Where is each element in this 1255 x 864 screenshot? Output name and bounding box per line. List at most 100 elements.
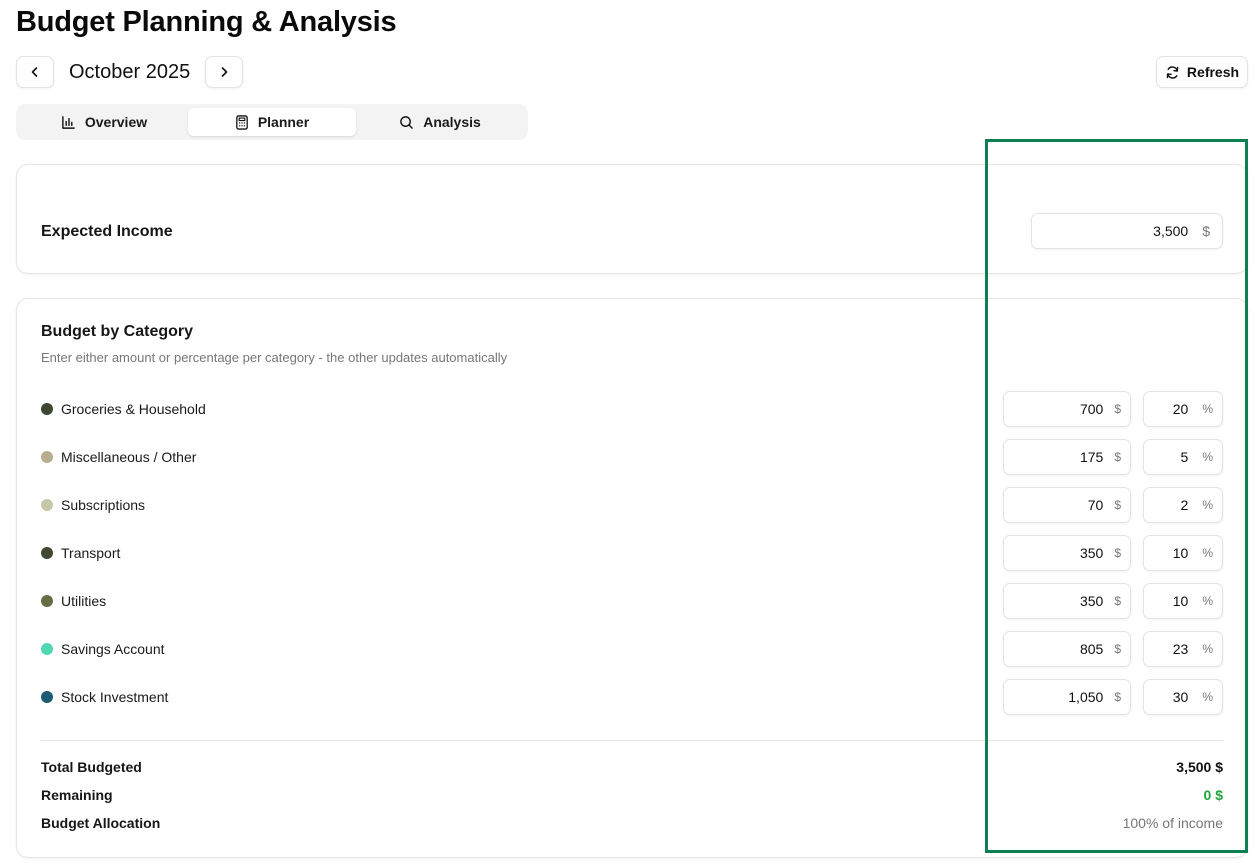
category-amount-value: 350 (1079, 545, 1104, 561)
income-card: Expected Income 3,500 $ (16, 164, 1248, 274)
amount-unit: $ (1114, 450, 1121, 464)
category-amount-value: 175 (1079, 449, 1104, 465)
category-percent-input[interactable]: 10 % (1143, 535, 1223, 571)
expected-income-input[interactable]: 3,500 $ (1031, 213, 1223, 249)
category-amount-value: 70 (1087, 497, 1104, 513)
category-color-dot (41, 499, 53, 511)
category-percent-input[interactable]: 23 % (1143, 631, 1223, 667)
category-row: Miscellaneous / Other 175 $ 5 % (17, 439, 1247, 475)
expected-income-value: 3,500 (1153, 223, 1189, 239)
amount-unit: $ (1114, 642, 1121, 656)
percent-unit: % (1202, 498, 1213, 512)
category-percent-input[interactable]: 30 % (1143, 679, 1223, 715)
category-percent-value: 10 (1172, 593, 1189, 609)
refresh-button[interactable]: Refresh (1156, 56, 1248, 88)
category-amount-value: 805 (1079, 641, 1104, 657)
category-amount-value: 700 (1079, 401, 1104, 417)
amount-unit: $ (1114, 594, 1121, 608)
chevron-left-icon (31, 67, 38, 77)
category-color-dot (41, 595, 53, 607)
category-percent-value: 2 (1180, 497, 1189, 513)
search-icon (400, 115, 414, 129)
category-row: Transport 350 $ 10 % (17, 535, 1247, 571)
percent-unit: % (1202, 594, 1213, 608)
category-row: Groceries & Household 700 $ 20 % (17, 391, 1247, 427)
category-label: Stock Investment (61, 689, 169, 705)
category-label: Utilities (61, 593, 107, 609)
category-color-dot (41, 403, 53, 415)
category-percent-value: 20 (1172, 401, 1189, 417)
category-color-dot (41, 547, 53, 559)
budget-by-category-card: Budget by Category Enter either amount o… (16, 298, 1248, 858)
expected-income-label: Expected Income (41, 223, 173, 240)
category-percent-value: 30 (1172, 689, 1189, 705)
category-percent-input[interactable]: 2 % (1143, 487, 1223, 523)
category-amount-input[interactable]: 175 $ (1003, 439, 1131, 475)
category-label: Savings Account (61, 641, 165, 657)
category-percent-input[interactable]: 5 % (1143, 439, 1223, 475)
currency-unit: $ (1202, 223, 1210, 239)
total-budgeted-value: 3,500 $ (1176, 759, 1223, 775)
refresh-label: Refresh (1186, 64, 1240, 80)
category-percent-value: 23 (1172, 641, 1189, 657)
percent-unit: % (1202, 450, 1213, 464)
previous-month-button[interactable] (16, 56, 54, 88)
category-percent-input[interactable]: 20 % (1143, 391, 1223, 427)
tab-analysis[interactable]: Analysis (356, 108, 524, 136)
category-amount-input[interactable]: 350 $ (1003, 535, 1131, 571)
view-tabs: Overview Planner Analysis (16, 104, 528, 140)
budget-subtitle: Enter either amount or percentage per ca… (41, 350, 508, 365)
category-row: Stock Investment 1,050 $ 30 % (17, 679, 1247, 715)
percent-unit: % (1202, 546, 1213, 560)
percent-unit: % (1202, 690, 1213, 704)
calculator-icon (236, 114, 248, 130)
category-color-dot (41, 691, 53, 703)
percent-unit: % (1202, 642, 1213, 656)
tab-planner[interactable]: Planner (188, 108, 356, 136)
category-label: Miscellaneous / Other (61, 449, 197, 465)
tab-planner-label: Planner (257, 114, 310, 130)
category-label: Transport (61, 545, 121, 561)
percent-unit: % (1202, 402, 1213, 416)
next-month-button[interactable] (205, 56, 244, 88)
category-amount-input[interactable]: 70 $ (1003, 487, 1131, 523)
category-row: Subscriptions 70 $ 2 % (17, 487, 1247, 523)
category-amount-input[interactable]: 700 $ (1003, 391, 1131, 427)
budget-allocation-value: 100% of income (1122, 815, 1223, 831)
category-percent-value: 5 (1180, 449, 1189, 465)
tab-overview[interactable]: Overview (20, 108, 188, 136)
chevron-right-icon (221, 67, 228, 77)
amount-unit: $ (1114, 690, 1121, 704)
current-month-label: October 2025 (69, 60, 191, 83)
total-budgeted-label: Total Budgeted (41, 759, 142, 775)
category-row: Savings Account 805 $ 23 % (17, 631, 1247, 667)
category-amount-input[interactable]: 350 $ (1003, 583, 1131, 619)
category-percent-input[interactable]: 10 % (1143, 583, 1223, 619)
category-amount-value: 1,050 (1068, 689, 1104, 705)
budget-title: Budget by Category (41, 323, 194, 340)
remaining-value: 0 $ (1203, 787, 1223, 803)
total-budgeted-row: Total Budgeted 3,500 $ (41, 757, 1223, 777)
category-amount-input[interactable]: 805 $ (1003, 631, 1131, 667)
category-amount-value: 350 (1079, 593, 1104, 609)
category-row: Utilities 350 $ 10 % (17, 583, 1247, 619)
refresh-icon (1166, 65, 1179, 79)
budget-allocation-label: Budget Allocation (41, 815, 161, 831)
tab-analysis-label: Analysis (423, 114, 481, 130)
category-label: Subscriptions (61, 497, 146, 513)
bar-chart-icon (62, 115, 75, 129)
remaining-label: Remaining (41, 787, 113, 803)
remaining-row: Remaining 0 $ (41, 785, 1223, 805)
category-label: Groceries & Household (61, 401, 206, 417)
tab-overview-label: Overview (84, 114, 148, 130)
category-color-dot (41, 643, 53, 655)
amount-unit: $ (1114, 402, 1121, 416)
category-color-dot (41, 451, 53, 463)
budget-allocation-row: Budget Allocation 100% of income (41, 813, 1223, 833)
month-navigator: October 2025 (16, 56, 244, 88)
amount-unit: $ (1114, 546, 1121, 560)
page-title: Budget Planning & Analysis (16, 6, 397, 38)
amount-unit: $ (1114, 498, 1121, 512)
category-amount-input[interactable]: 1,050 $ (1003, 679, 1131, 715)
summary-divider (41, 740, 1223, 741)
